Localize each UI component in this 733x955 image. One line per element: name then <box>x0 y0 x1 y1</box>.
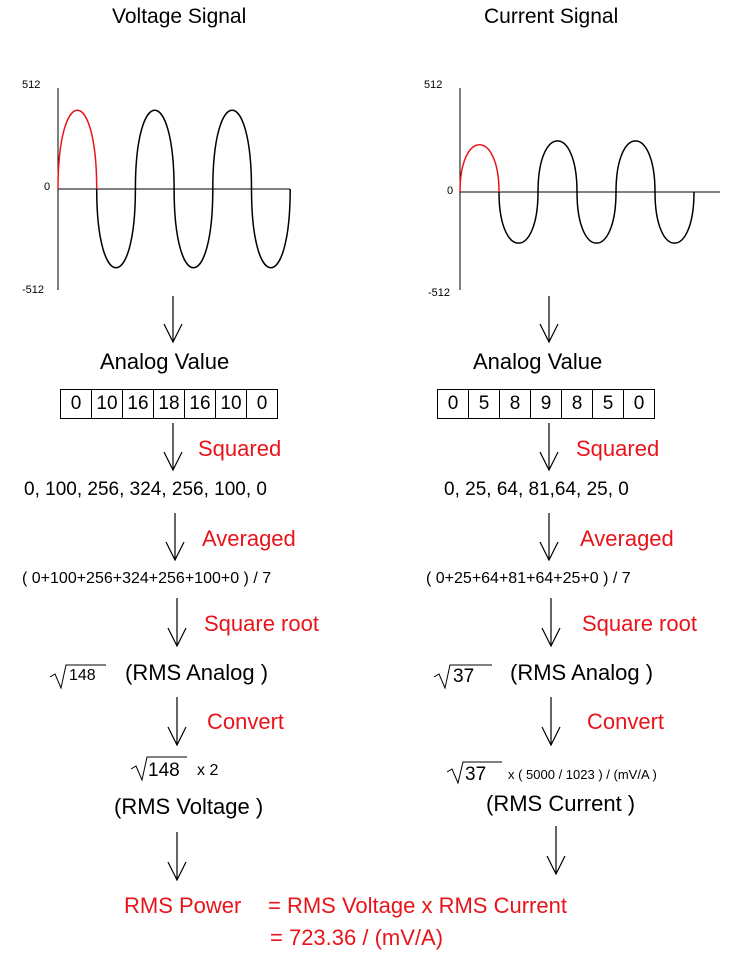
voltage-sqrt-label: Square root <box>204 611 319 636</box>
rms-power-equation: = RMS Voltage x RMS Current <box>268 893 567 918</box>
voltage-convert-label: Convert <box>207 709 285 734</box>
voltage-squared-values: 0, 100, 256, 324, 256, 100, 0 <box>24 479 267 500</box>
voltage-arrow-5 <box>167 697 187 747</box>
current-arrow-2 <box>539 423 559 472</box>
current-axis-min-label: -512 <box>428 287 451 299</box>
voltage-analog-cell: 16 <box>185 390 216 418</box>
voltage-wave-first-half <box>57 109 98 190</box>
current-axis-zero-label: 0 <box>447 185 454 197</box>
current-analog-cell: 8 <box>562 390 593 418</box>
voltage-rms-analog-label: (RMS Analog ) <box>125 660 269 685</box>
voltage-analog-cell: 0 <box>256 393 268 414</box>
current-arrow-5 <box>541 697 561 747</box>
voltage-analog-label: Analog Value <box>100 349 230 374</box>
voltage-arrow-6 <box>167 832 187 882</box>
current-convert-label: Convert <box>587 709 665 734</box>
voltage-arrow-4 <box>167 598 187 648</box>
current-analog-cell: 8 <box>500 390 531 418</box>
current-arrow-1 <box>539 296 559 344</box>
current-analog-cell: 0 <box>633 393 645 414</box>
voltage-analog-cell: 18 <box>154 390 185 418</box>
current-rms-analog-label: (RMS Analog ) <box>510 660 654 685</box>
current-analog-cell: 5 <box>469 390 500 418</box>
current-arrow-4 <box>541 598 561 648</box>
voltage-analog-cell: 0 <box>61 390 92 418</box>
voltage-rms-sqrt-value: 148 <box>69 667 96 684</box>
rms-power-label: RMS Power <box>124 893 242 918</box>
current-analog-values: 0 5 8 9 8 5 0 <box>437 389 655 419</box>
voltage-averaged-expr: ( 0+100+256+324+256+100+0 ) / 7 <box>22 570 272 587</box>
current-rms-result-label: (RMS Current ) <box>486 791 636 816</box>
current-wave-first-half <box>459 144 500 193</box>
current-analog-label: Analog Value <box>473 349 603 374</box>
current-analog-cell: 5 <box>593 390 624 418</box>
current-convert-factor: x ( 5000 / 1023 ) / (mV/A ) <box>508 767 657 782</box>
current-axis-max-label: 512 <box>424 79 443 91</box>
current-arrow-3 <box>539 513 559 562</box>
voltage-arrow-3 <box>165 513 185 562</box>
voltage-analog-cell: 16 <box>123 390 154 418</box>
current-analog-cell: 0 <box>438 390 469 418</box>
voltage-analog-values: 0 10 16 18 16 10 0 <box>60 389 278 419</box>
current-analog-cell: 9 <box>531 390 562 418</box>
current-rms-sqrt-value: 37 <box>453 666 475 687</box>
voltage-convert-factor: x 2 <box>197 762 219 779</box>
voltage-arrow-1 <box>163 296 183 344</box>
current-squared-values: 0, 25, 64, 81,64, 25, 0 <box>444 479 629 500</box>
voltage-convert-sqrt-value: 148 <box>148 760 180 781</box>
current-squared-label: Squared <box>576 436 660 461</box>
voltage-rms-result-label: (RMS Voltage ) <box>114 794 264 819</box>
voltage-analog-cell: 10 <box>92 390 123 418</box>
current-sqrt-label: Square root <box>582 611 697 636</box>
voltage-averaged-label: Averaged <box>202 526 296 551</box>
voltage-analog-cell: 10 <box>216 390 247 418</box>
current-arrow-6 <box>546 826 566 876</box>
rms-power-result: = 723.36 / (mV/A) <box>270 925 444 950</box>
current-title: Current Signal <box>484 5 619 28</box>
voltage-squared-label: Squared <box>198 436 282 461</box>
current-convert-sqrt-value: 37 <box>465 764 487 785</box>
current-averaged-expr: ( 0+25+64+81+64+25+0 ) / 7 <box>426 570 631 587</box>
current-averaged-label: Averaged <box>580 526 674 551</box>
voltage-arrow-2 <box>163 423 183 472</box>
